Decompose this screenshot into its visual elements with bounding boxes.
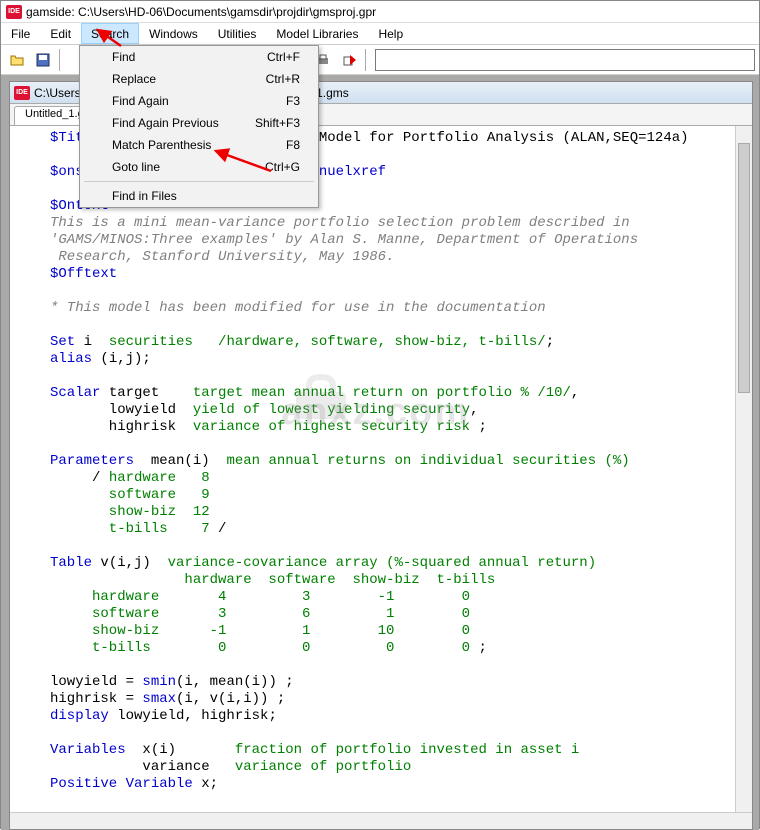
window-title-bar: IDE gamside: C:\Users\HD-06\Documents\ga… <box>1 1 759 23</box>
menu-match-parenthesis[interactable]: Match ParenthesisF8 <box>80 134 318 156</box>
horizontal-scrollbar[interactable] <box>10 812 752 829</box>
menu-help[interactable]: Help <box>368 23 413 44</box>
separator <box>59 49 61 71</box>
code-editor[interactable]: $Title A Quadratic Programming Model for… <box>10 126 735 812</box>
menu-find[interactable]: FindCtrl+F <box>80 46 318 68</box>
vertical-scrollbar[interactable] <box>735 126 752 812</box>
menu-model-libraries[interactable]: Model Libraries <box>266 23 368 44</box>
window-title: gamside: C:\Users\HD-06\Documents\gamsdi… <box>26 5 376 19</box>
export-icon[interactable] <box>337 48 361 72</box>
menu-goto-line[interactable]: Goto lineCtrl+G <box>80 156 318 178</box>
menu-edit[interactable]: Edit <box>40 23 81 44</box>
menu-file[interactable]: File <box>1 23 40 44</box>
menu-find-in-files[interactable]: Find in Files <box>80 185 318 207</box>
separator <box>365 49 367 71</box>
file-icon: IDE <box>14 86 30 100</box>
menu-windows[interactable]: Windows <box>139 23 208 44</box>
menu-search[interactable]: Search <box>81 23 139 44</box>
menu-find-again[interactable]: Find AgainF3 <box>80 90 318 112</box>
open-icon[interactable] <box>5 48 29 72</box>
menu-utilities[interactable]: Utilities <box>208 23 267 44</box>
menu-find-again-previous[interactable]: Find Again PreviousShift+F3 <box>80 112 318 134</box>
menu-bar: File Edit Search Windows Utilities Model… <box>1 23 759 45</box>
app-icon: IDE <box>6 5 22 19</box>
search-input[interactable] <box>375 49 755 71</box>
menu-separator <box>84 181 314 182</box>
search-dropdown: FindCtrl+F ReplaceCtrl+R Find AgainF3 Fi… <box>79 45 319 208</box>
menu-replace[interactable]: ReplaceCtrl+R <box>80 68 318 90</box>
save-icon[interactable] <box>31 48 55 72</box>
